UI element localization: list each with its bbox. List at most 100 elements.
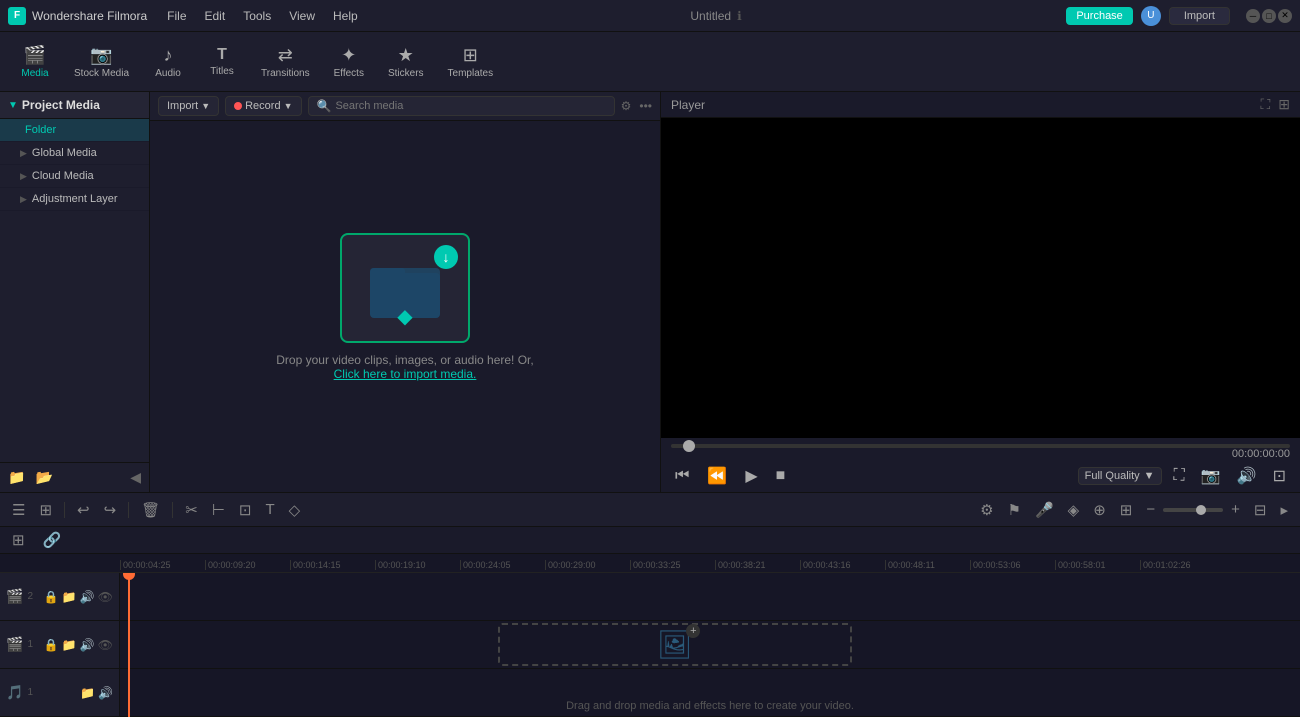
track-label-v2: 🎬 2 🔒 📁 🔊 👁 — [0, 573, 119, 621]
close-button[interactable]: ✕ — [1278, 9, 1292, 23]
project-media-header[interactable]: ▼ Project Media — [0, 92, 149, 119]
timeline-snap-icon[interactable]: ⊞ — [35, 499, 56, 521]
drop-placeholder-container: 🖼 + — [657, 628, 693, 661]
expand-icon[interactable]: ⛶ — [1260, 96, 1270, 113]
search-input[interactable] — [335, 100, 605, 112]
playhead[interactable] — [128, 573, 130, 717]
track-v1-mute[interactable]: 🔊 — [80, 638, 95, 652]
timeline-auto-icon[interactable]: ⊕ — [1089, 499, 1110, 521]
rewind-button[interactable]: ⏮ — [671, 467, 693, 485]
timeline-overlay-icon[interactable]: ⊞ — [1116, 499, 1137, 521]
redo-button[interactable]: ↪ — [100, 499, 121, 521]
track-v1-lock[interactable]: 🔒 — [44, 638, 59, 652]
timeline-tracks: 🎬 2 🔒 📁 🔊 👁 🎬 1 🔒 📁 🔊 👁 — [0, 573, 1300, 717]
zoom-in-icon[interactable]: + — [1227, 499, 1244, 520]
minimize-button[interactable]: ─ — [1246, 9, 1260, 23]
toolbar-item-stickers[interactable]: ★ Stickers — [378, 41, 434, 83]
track-labels: 🎬 2 🔒 📁 🔊 👁 🎬 1 🔒 📁 🔊 👁 — [0, 573, 120, 717]
timeline-menu-icon[interactable]: ☰ — [8, 499, 29, 521]
text-button[interactable]: T — [261, 499, 278, 520]
toolbar-item-titles[interactable]: T Titles — [197, 42, 247, 81]
track-v2-eye[interactable]: 👁 — [98, 590, 113, 604]
record-button[interactable]: Record ▼ — [225, 96, 301, 116]
timeline-flag-icon[interactable]: ⚑ — [1004, 499, 1025, 521]
toolbar-item-media[interactable]: 🎬 Media — [10, 41, 60, 83]
drop-folder[interactable]: ↓ ◆ — [340, 233, 470, 343]
collapse-panel-icon[interactable]: ◀ — [130, 469, 141, 486]
timeline-settings-icon[interactable]: ⚙ — [976, 499, 997, 521]
player-area: Player ⛶ ⊞ 00:00:00:00 ⏮ ⏪ ▶ ■ — [660, 92, 1300, 492]
timeline-grid-icon[interactable]: ⊟ — [1250, 499, 1271, 521]
purchase-button[interactable]: Purchase — [1066, 7, 1132, 25]
stickers-label: Stickers — [388, 68, 424, 79]
import-button-toolbar[interactable]: Import ▼ — [158, 96, 219, 116]
keyframe-button[interactable]: ◇ — [285, 499, 305, 521]
import-button[interactable]: Import — [1169, 7, 1230, 25]
quality-selector[interactable]: Full Quality ▼ — [1078, 467, 1162, 485]
delete-button[interactable]: 🗑 — [137, 499, 164, 521]
filter-icon[interactable]: ⚙ — [621, 99, 632, 113]
track-a1-controls: 📁 🔊 — [80, 686, 113, 700]
play-button[interactable]: ▶ — [741, 466, 761, 486]
progress-track[interactable] — [671, 444, 1290, 448]
track-v2-mute[interactable]: 🔊 — [80, 590, 95, 604]
toolbar-item-templates[interactable]: ⊞ Templates — [438, 41, 504, 83]
stop-button[interactable]: ■ — [772, 467, 790, 485]
zoom-out-icon[interactable]: − — [1142, 499, 1159, 520]
sidebar-item-cloud-media[interactable]: ▶ Cloud Media — [0, 165, 149, 188]
menu-help[interactable]: Help — [325, 7, 366, 25]
new-folder-icon[interactable]: 📁 — [8, 469, 25, 486]
drop-link[interactable]: Click here to import media. — [334, 367, 477, 381]
track-v2-folder[interactable]: 📁 — [62, 590, 77, 604]
track-v2-lock[interactable]: 🔒 — [44, 590, 59, 604]
menu-view[interactable]: View — [281, 7, 323, 25]
toolbar-item-stock-media[interactable]: 📷 Stock Media — [64, 41, 139, 83]
menu-file[interactable]: File — [159, 7, 194, 25]
toolbar-item-transitions[interactable]: ⇄ Transitions — [251, 41, 320, 83]
track-add-icon[interactable]: ⊞ — [8, 529, 29, 551]
volume-icon[interactable]: 🔊 — [1233, 466, 1261, 486]
maximize-button[interactable]: □ — [1262, 9, 1276, 23]
track-a1-mute[interactable]: 🔊 — [98, 686, 113, 700]
undo-button[interactable]: ↩ — [73, 499, 94, 521]
info-icon[interactable]: ℹ — [737, 9, 742, 23]
sidebar-item-global-media[interactable]: ▶ Global Media — [0, 142, 149, 165]
window-controls: ─ □ ✕ — [1246, 9, 1292, 23]
titlebar: F Wondershare Filmora File Edit Tools Vi… — [0, 0, 1300, 32]
track-drop-zone[interactable]: 🖼 + — [498, 623, 852, 665]
menu-tools[interactable]: Tools — [235, 7, 279, 25]
more-options-icon[interactable]: ••• — [639, 99, 652, 113]
zoom-thumb[interactable] — [1196, 505, 1206, 515]
cut-button[interactable]: ✂ — [181, 499, 202, 521]
settings-icon[interactable]: ⊞ — [1278, 96, 1290, 113]
track-v1-eye[interactable]: 👁 — [98, 638, 113, 652]
timeline-marker-icon[interactable]: ◈ — [1064, 499, 1084, 521]
toolbar-item-effects[interactable]: ✦ Effects — [324, 41, 374, 83]
timeline-mic-icon[interactable]: 🎤 — [1031, 499, 1058, 521]
effects-label: Effects — [334, 68, 364, 79]
player-title: Player — [671, 98, 705, 112]
skip-back-button[interactable]: ⏪ — [703, 466, 731, 486]
screenshot-icon[interactable]: 📷 — [1197, 466, 1225, 486]
track-a1-folder[interactable]: 📁 — [80, 686, 95, 700]
player-screen — [661, 118, 1300, 438]
toolbar-item-audio[interactable]: ♪ Audio — [143, 41, 193, 83]
ruler-mark-11: 00:00:58:01 — [1055, 560, 1140, 570]
sidebar-item-folder[interactable]: Folder — [0, 119, 149, 142]
track-link-icon[interactable]: 🔗 — [39, 529, 66, 551]
crop-icon[interactable]: ⊡ — [1269, 466, 1290, 486]
sidebar-item-adjustment-layer[interactable]: ▶ Adjustment Layer — [0, 188, 149, 211]
folder-label: Folder — [25, 124, 56, 136]
zoom-slider[interactable] — [1163, 508, 1223, 512]
menu-edit[interactable]: Edit — [197, 7, 234, 25]
avatar[interactable]: U — [1141, 6, 1161, 26]
split-button[interactable]: ⊢ — [208, 499, 229, 521]
fullscreen-icon[interactable]: ⛶ — [1170, 467, 1189, 485]
crop-button[interactable]: ⊡ — [235, 499, 256, 521]
titles-icon: T — [217, 46, 227, 64]
import-folder-icon[interactable]: 📂 — [35, 469, 52, 486]
track-v2-icon: 🎬 — [6, 588, 23, 605]
cloud-arrow: ▶ — [20, 171, 27, 182]
timeline-more-icon[interactable]: ▸ — [1276, 499, 1292, 521]
track-v1-folder[interactable]: 📁 — [62, 638, 77, 652]
